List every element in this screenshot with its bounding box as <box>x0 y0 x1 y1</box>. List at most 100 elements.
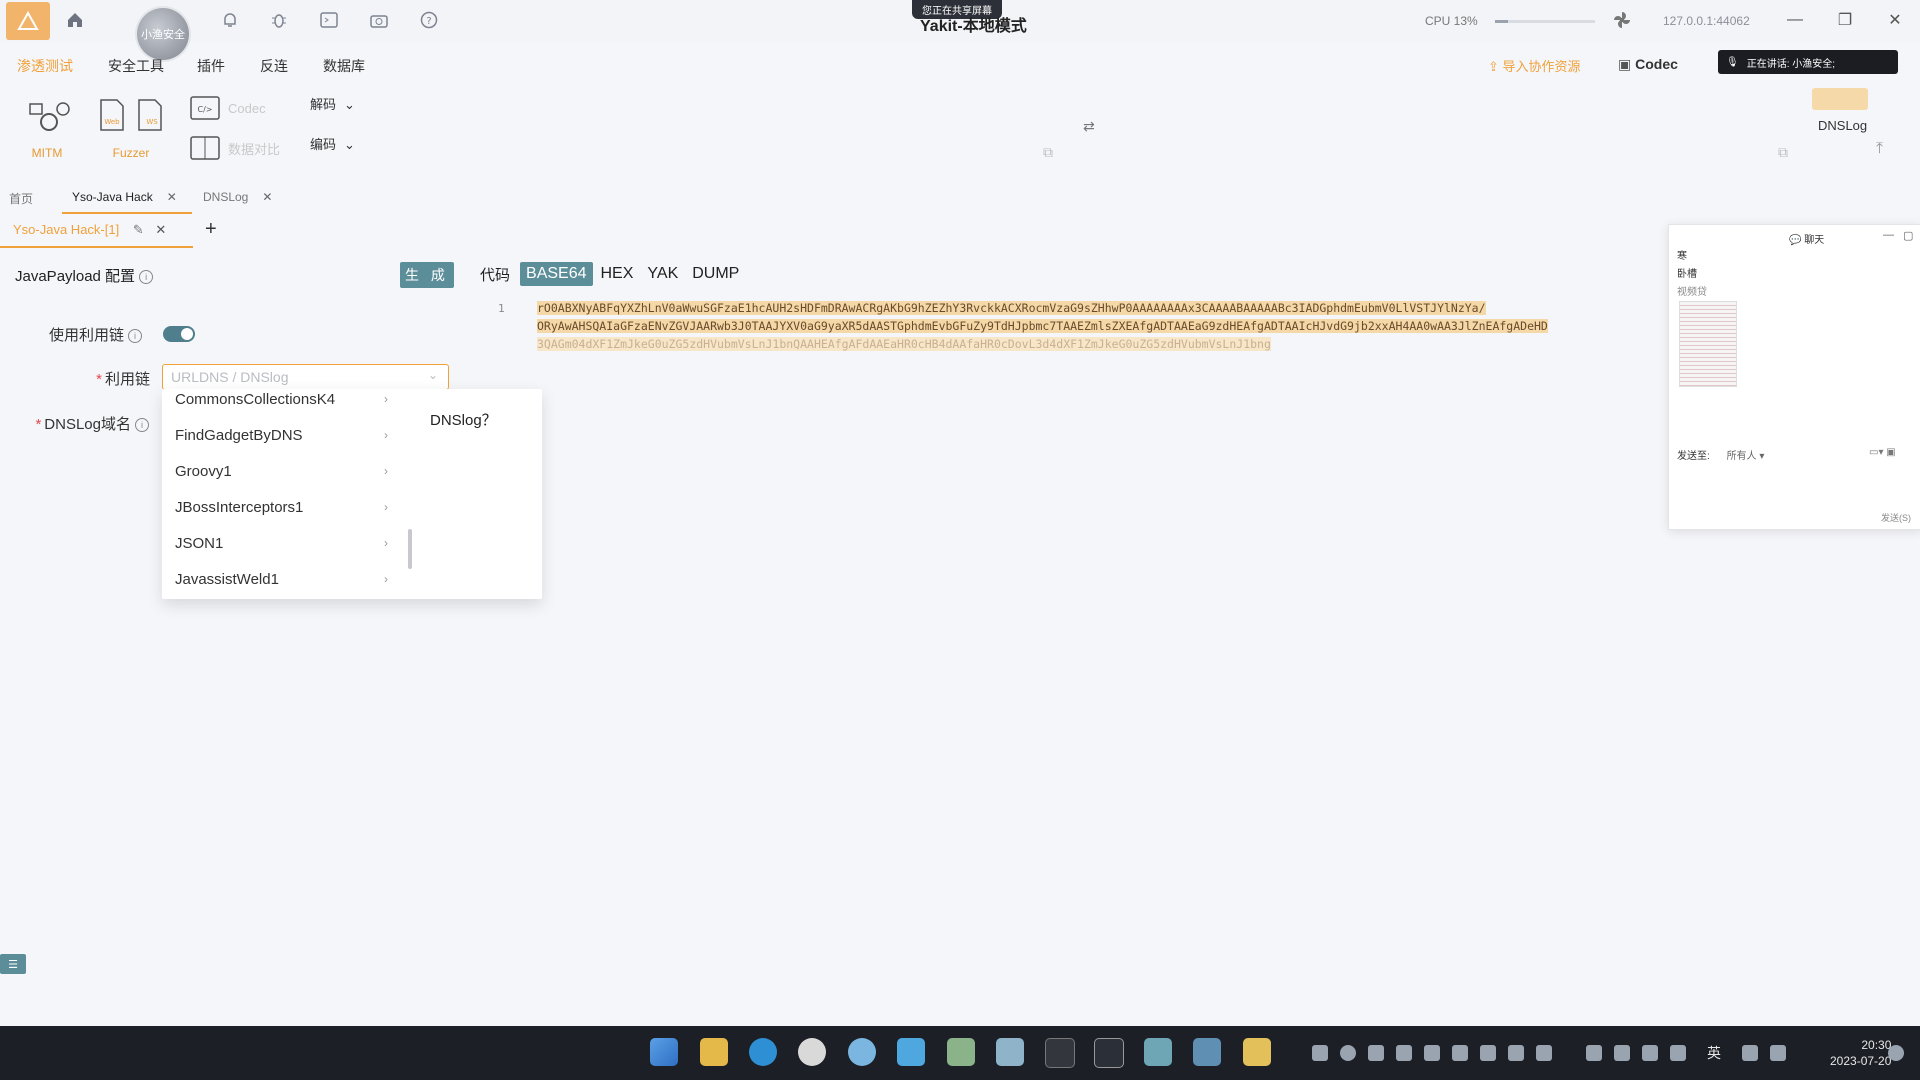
code-output-line[interactable]: rO0ABXNyABFqYXZhLnV0aWwuSGFzaE1hcAUH2sHD… <box>537 301 1486 315</box>
notification-icon[interactable] <box>1888 1045 1904 1061</box>
encode-dropdown[interactable]: 编码 ⌄ <box>310 134 355 153</box>
engine-address[interactable]: 127.0.0.1:44062 <box>1663 14 1750 28</box>
send-to-select[interactable]: 所有人 <box>1727 451 1757 462</box>
app-icon[interactable] <box>1193 1038 1221 1066</box>
dropdown-item[interactable]: Groovy1 <box>175 463 232 480</box>
code-output-line[interactable]: 3QAGm04dXF1ZmJkeG0uZG5zdHVubmVsLnJ1bnQAA… <box>537 337 1271 351</box>
tab-base64[interactable]: BASE64 <box>520 262 593 286</box>
shield-icon[interactable] <box>1396 1045 1412 1061</box>
copy-icon[interactable]: ⧉ <box>1043 144 1053 161</box>
minimize-icon[interactable]: — <box>1780 8 1810 32</box>
tray-icon[interactable] <box>1340 1045 1356 1061</box>
clock[interactable]: 20:30 2023-07-20 <box>1830 1037 1891 1069</box>
compare-tool[interactable]: 数据对比 <box>190 136 280 160</box>
tray-icon[interactable] <box>1480 1045 1496 1061</box>
generate-button[interactable]: 生 成 <box>400 262 454 288</box>
import-resource-button[interactable]: ⇪ 导入协作资源 <box>1488 56 1581 75</box>
decode-dropdown[interactable]: 解码 ⌄ <box>310 94 355 113</box>
mitm-tool[interactable]: MITM <box>22 98 72 160</box>
terminal-icon[interactable] <box>317 8 341 32</box>
tray-icon[interactable] <box>1536 1045 1552 1061</box>
start-icon[interactable] <box>650 1038 678 1066</box>
tray-icon[interactable] <box>1614 1045 1630 1061</box>
close-icon[interactable]: ✕ <box>262 190 272 204</box>
code-output-line[interactable]: ORyAwAHSQAIaGFzaENvZGVJAARwb3J0TAAJYXV0a… <box>537 319 1548 333</box>
tab-yak[interactable]: YAK <box>641 262 684 286</box>
avatar[interactable]: 小渔安全 <box>137 8 189 60</box>
file-explorer-icon[interactable] <box>700 1038 728 1066</box>
home-icon[interactable] <box>63 8 87 32</box>
codec-tool[interactable]: C/> Codec <box>190 96 266 120</box>
menu-reverse[interactable]: 反连 <box>260 56 288 76</box>
usb-icon[interactable] <box>1642 1045 1658 1061</box>
subtab-yso-java-hack-1[interactable]: Yso-Java Hack-[1] ✎ ✕ <box>13 222 166 238</box>
dnslog-tool-icon[interactable] <box>1812 88 1868 110</box>
info-icon[interactable]: i <box>139 270 154 284</box>
dropdown-item[interactable]: CommonsCollectionsK4 <box>175 391 335 408</box>
app-icon[interactable] <box>947 1038 975 1066</box>
restore-icon[interactable]: ▢ <box>1903 229 1913 242</box>
copy-icon[interactable]: ⧉ <box>1778 144 1788 161</box>
input-method[interactable]: 英 <box>1707 1043 1721 1063</box>
tab-dump[interactable]: DUMP <box>686 262 745 286</box>
fuzzer-tool[interactable]: Web WS Fuzzer <box>96 98 166 160</box>
ide-icon[interactable] <box>1094 1038 1124 1068</box>
pin-top-icon[interactable]: ⤒ <box>1876 140 1883 158</box>
chain-select[interactable]: URLDNS / DNSlog ⌄ <box>162 364 449 390</box>
app-icon[interactable] <box>897 1038 925 1066</box>
dropdown-scrollbar[interactable] <box>408 529 412 569</box>
tray-icon[interactable] <box>1368 1045 1384 1061</box>
chat-image[interactable] <box>1679 301 1737 387</box>
tab-hex[interactable]: HEX <box>595 262 640 286</box>
file-icon[interactable]: ▭▾ ▣ <box>1869 447 1896 458</box>
send-button[interactable]: 发送(S) <box>1881 511 1911 524</box>
info-icon[interactable]: i <box>128 329 142 343</box>
volume-icon[interactable] <box>1770 1045 1786 1061</box>
tab-home[interactable]: 首页 <box>9 190 33 207</box>
dropdown-submenu-item[interactable]: DNSlog？ <box>430 409 497 430</box>
edit-icon[interactable]: ✎ <box>133 222 144 237</box>
yakit-app-icon[interactable] <box>1144 1038 1172 1066</box>
close-icon[interactable]: ✕ <box>167 190 177 204</box>
close-icon[interactable]: ✕ <box>155 222 166 237</box>
tray-icon[interactable] <box>1312 1045 1328 1061</box>
tab-yso-java-hack[interactable]: Yso-Java Hack ✕ <box>72 190 177 204</box>
info-icon[interactable]: i <box>135 418 149 432</box>
camera-icon[interactable] <box>367 8 391 32</box>
app-icon[interactable] <box>996 1038 1024 1066</box>
menu-pentest[interactable]: 渗透测试 <box>17 56 73 76</box>
bell-icon[interactable] <box>218 8 242 32</box>
dropdown-item[interactable]: FindGadgetByDNS <box>175 427 303 444</box>
engine-fan-icon[interactable] <box>1610 8 1634 32</box>
minimize-icon[interactable]: — <box>1883 229 1894 241</box>
menu-plugins[interactable]: 插件 <box>197 56 225 76</box>
yakit-logo-icon[interactable] <box>6 2 50 40</box>
display-icon[interactable] <box>1586 1045 1602 1061</box>
help-icon[interactable]: ? <box>417 8 441 32</box>
menu-security-tools[interactable]: 安全工具 <box>108 56 164 76</box>
tray-icon[interactable] <box>1452 1045 1468 1061</box>
edge-icon[interactable] <box>749 1038 777 1066</box>
dropdown-item[interactable]: JavassistWeld1 <box>175 571 279 588</box>
use-chain-toggle[interactable] <box>163 326 195 342</box>
app-icon[interactable] <box>848 1038 876 1066</box>
menu-database[interactable]: 数据库 <box>323 56 365 76</box>
tray-icon[interactable] <box>1424 1045 1440 1061</box>
chrome-icon[interactable] <box>798 1038 826 1066</box>
tray-icon[interactable] <box>1508 1045 1524 1061</box>
close-window-icon[interactable]: ✕ <box>1880 8 1910 32</box>
microphone-icon[interactable] <box>1670 1045 1686 1061</box>
swap-icon[interactable]: ⇄ <box>1083 118 1095 135</box>
bug-icon[interactable] <box>267 8 291 32</box>
codec-shortcut[interactable]: ▣ Codec <box>1618 56 1678 73</box>
dropdown-item[interactable]: JBossInterceptors1 <box>175 499 303 516</box>
add-tab-button[interactable]: + <box>205 218 217 241</box>
restore-icon[interactable]: ❐ <box>1830 8 1860 32</box>
tab-dnslog-label: DNSLog <box>203 190 249 204</box>
notepad-icon[interactable] <box>1243 1038 1271 1066</box>
network-icon[interactable] <box>1742 1045 1758 1061</box>
side-list-icon[interactable]: ☰ <box>0 954 26 974</box>
terminal-app-icon[interactable] <box>1045 1038 1075 1068</box>
tab-dnslog[interactable]: DNSLog ✕ <box>203 190 272 204</box>
dropdown-item[interactable]: JSON1 <box>175 535 223 552</box>
